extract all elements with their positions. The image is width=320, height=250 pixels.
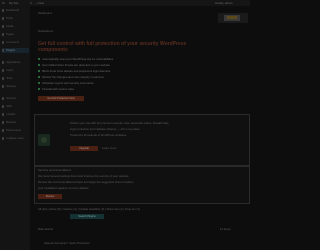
feature-item: Block brute force attacks and suspicious… xyxy=(38,69,110,73)
check-icon xyxy=(38,64,41,67)
admin-sidebar: Dashboard Posts Media Pages Comments Plu… xyxy=(0,6,30,250)
shield-icon xyxy=(2,97,5,100)
feature-item: Get notified when threats are detected o… xyxy=(38,63,110,67)
posts-icon xyxy=(2,17,5,20)
media-icon xyxy=(2,25,5,28)
comments-icon xyxy=(2,41,5,44)
user-greeting[interactable]: Howdy, admin xyxy=(215,1,233,5)
feature-item: Firewall with custom rules xyxy=(38,87,74,91)
wordpress-logo-icon[interactable]: W xyxy=(2,1,5,5)
feature-item: Schedule reports and security summaries xyxy=(38,81,94,85)
sidebar-item-pages[interactable]: Pages xyxy=(2,32,29,37)
page-heading: Get full control with full protection of… xyxy=(38,41,187,53)
feature-item: Monitor file changes and core integrity … xyxy=(38,75,104,79)
shield-icon xyxy=(41,137,47,143)
bulk-actions-select[interactable]: Bulk actions xyxy=(38,227,53,231)
notice-title: Security recommendations xyxy=(38,168,72,172)
brand-accent-icon xyxy=(227,16,237,19)
sidebar-collapse[interactable]: Collapse menu xyxy=(2,136,29,141)
sidebar-item-performance[interactable]: Performance xyxy=(2,128,29,133)
sidebar-item-insights[interactable]: Insights xyxy=(2,112,29,117)
notice-text: We found several settings that could imp… xyxy=(38,174,130,178)
dashboard-icon xyxy=(2,9,5,12)
settings-icon xyxy=(2,85,5,88)
check-icon xyxy=(38,82,41,85)
plugin-brand-panel xyxy=(218,13,248,23)
users-icon xyxy=(2,69,5,72)
sidebar-item-plugins[interactable]: Plugins xyxy=(2,48,29,53)
backup-icon xyxy=(2,121,5,124)
check-icon xyxy=(38,76,41,79)
main-content: Dashboard Notifications Get full control… xyxy=(30,6,250,250)
promo-text: login protection and malware cleanup — a… xyxy=(70,127,141,131)
sidebar-item-posts[interactable]: Posts xyxy=(2,16,29,21)
check-icon xyxy=(38,58,41,61)
sidebar-item-seo[interactable]: SEO xyxy=(2,104,29,109)
items-count: 12 items xyxy=(220,227,231,231)
promo-text: Protect your site with the premium secur… xyxy=(70,121,170,125)
sidebar-item-tools[interactable]: Tools xyxy=(2,76,29,81)
learn-more-link[interactable]: Learn more xyxy=(102,146,116,150)
notice-text: Review the recommendations below and app… xyxy=(38,180,134,184)
sidebar-item-dashboard[interactable]: Dashboard xyxy=(2,8,29,13)
sidebar-item-users[interactable]: Users xyxy=(2,68,29,73)
appearance-icon xyxy=(2,61,5,64)
tools-icon xyxy=(2,77,5,80)
promo-text: Trusted by thousands of WordPress websit… xyxy=(70,133,127,137)
upgrade-button[interactable]: Upgrade xyxy=(70,146,98,151)
collapse-icon xyxy=(2,137,5,140)
notice-text: your installation against common attacks… xyxy=(38,186,90,190)
sidebar-item-appearance[interactable]: Appearance xyxy=(2,60,29,65)
feature-item: Automatically scan your WordPress site f… xyxy=(38,57,113,61)
chart-icon xyxy=(2,113,5,116)
sidebar-item-settings[interactable]: Settings xyxy=(2,84,29,89)
sidebar-item-backups[interactable]: Backups xyxy=(2,120,29,125)
search-plugins-button[interactable]: Search Plugins xyxy=(70,214,104,219)
check-icon xyxy=(38,88,41,91)
review-button[interactable]: Review xyxy=(38,194,62,199)
sidebar-item-media[interactable]: Media xyxy=(2,24,29,29)
site-name-link[interactable]: My Site xyxy=(9,1,18,5)
sidebar-item-security[interactable]: Security xyxy=(2,96,29,101)
get-protection-button[interactable]: Get Full Protection Now xyxy=(38,96,84,101)
seo-icon xyxy=(2,105,5,108)
plugin-filter-tabs[interactable]: All (12) | Active (8) | Inactive (4) | U… xyxy=(38,207,140,211)
sidebar-item-comments[interactable]: Comments xyxy=(2,40,29,45)
plugins-icon xyxy=(2,49,5,52)
check-icon xyxy=(38,70,41,73)
pages-icon xyxy=(2,33,5,36)
comments-count[interactable]: 0 xyxy=(30,1,32,5)
table-row[interactable]: Akismet Anti-Spam: Spam Protection xyxy=(44,241,90,245)
breadcrumb: Dashboard xyxy=(38,11,52,15)
performance-icon xyxy=(2,129,5,132)
notifications-label: Notifications xyxy=(38,29,54,33)
new-content-link[interactable]: + New xyxy=(36,1,44,5)
